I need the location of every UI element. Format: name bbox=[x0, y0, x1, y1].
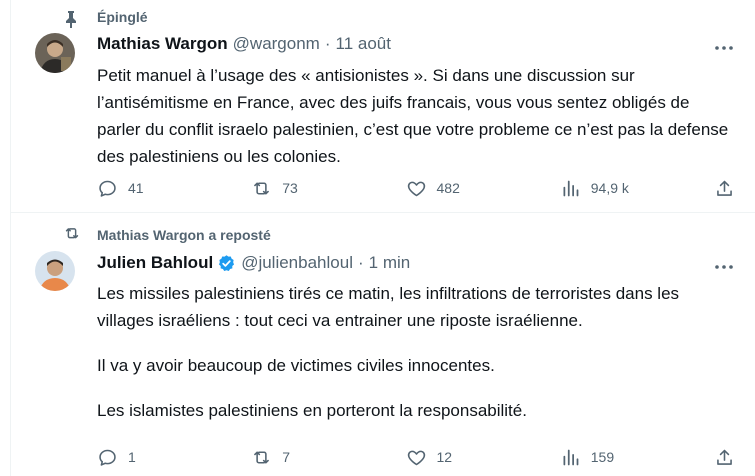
tweet-actions: 41 73 482 94,9 k bbox=[97, 176, 736, 200]
heart-icon bbox=[407, 181, 425, 196]
like-button[interactable]: 482 bbox=[406, 178, 536, 199]
tweet-text: Petit manuel à l’usage des « antisionist… bbox=[97, 62, 737, 170]
retweet-icon bbox=[254, 181, 270, 195]
tweet-pinned[interactable]: Épinglé Mathias Wargon @wargonm · 11 aoû… bbox=[11, 0, 755, 213]
timestamp[interactable]: 1 min bbox=[369, 253, 411, 273]
tweet-header: Mathias Wargon @wargonm · 11 août bbox=[97, 34, 391, 54]
reply-icon bbox=[99, 180, 116, 197]
reply-button[interactable]: 41 bbox=[97, 178, 227, 199]
pin-icon bbox=[63, 10, 79, 33]
timestamp[interactable]: 11 août bbox=[336, 34, 391, 54]
avatar[interactable] bbox=[35, 33, 75, 73]
author-name[interactable]: Mathias Wargon bbox=[97, 34, 228, 54]
retweet-count: 73 bbox=[282, 180, 298, 196]
like-count: 482 bbox=[436, 180, 460, 196]
tweet-text-paragraph: Petit manuel à l’usage des « antisionist… bbox=[97, 66, 729, 166]
tweet-reposted[interactable]: Mathias Wargon a reposté Julien Bahloul … bbox=[11, 213, 755, 476]
tweet-text-paragraph: Les islamistes palestiniens en porteront… bbox=[97, 401, 527, 420]
retweet-icon bbox=[254, 450, 270, 464]
repost-label[interactable]: Mathias Wargon a reposté bbox=[97, 227, 271, 243]
like-button[interactable]: 12 bbox=[406, 447, 536, 468]
views-count: 159 bbox=[590, 449, 615, 465]
views-button[interactable]: 159 bbox=[560, 447, 690, 468]
separator: · bbox=[357, 253, 364, 272]
like-count: 12 bbox=[436, 449, 453, 465]
reply-icon bbox=[99, 449, 116, 466]
separator: · bbox=[324, 34, 331, 53]
tweet-header: Julien Bahloul @julienbahloul · 1 min bbox=[97, 253, 410, 273]
views-count: 94,9 k bbox=[590, 180, 629, 196]
more-options-icon[interactable] bbox=[714, 257, 734, 277]
views-icon bbox=[563, 180, 579, 196]
retweet-button[interactable]: 7 bbox=[251, 447, 381, 468]
tweet-actions: 1 7 12 159 bbox=[97, 445, 736, 469]
retweet-count: 7 bbox=[282, 449, 291, 465]
reply-count: 1 bbox=[128, 449, 136, 465]
tweet-text-paragraph: Il va y avoir beaucoup de victimes civil… bbox=[97, 356, 495, 375]
retweet-button[interactable]: 73 bbox=[251, 178, 381, 199]
views-icon bbox=[563, 449, 579, 465]
author-name[interactable]: Julien Bahloul bbox=[97, 253, 213, 273]
share-button[interactable] bbox=[714, 447, 736, 468]
more-options-icon[interactable] bbox=[714, 38, 734, 58]
repost-icon bbox=[63, 226, 81, 247]
heart-icon bbox=[407, 450, 425, 465]
reply-button[interactable]: 1 bbox=[97, 447, 227, 468]
avatar[interactable] bbox=[35, 251, 75, 291]
tweet-text: Les missiles palestiniens tirés ce matin… bbox=[97, 280, 737, 424]
author-handle[interactable]: @julienbahloul bbox=[241, 253, 353, 273]
timeline: Épinglé Mathias Wargon @wargonm · 11 aoû… bbox=[10, 0, 755, 476]
author-handle[interactable]: @wargonm bbox=[233, 34, 320, 54]
pinned-label: Épinglé bbox=[97, 9, 148, 25]
verified-badge-icon bbox=[217, 254, 236, 273]
share-icon bbox=[717, 180, 732, 196]
tweet-text-paragraph: Les missiles palestiniens tirés ce matin… bbox=[97, 284, 680, 330]
reply-count: 41 bbox=[128, 180, 144, 196]
share-button[interactable] bbox=[714, 178, 736, 199]
share-icon bbox=[717, 449, 732, 465]
views-button[interactable]: 94,9 k bbox=[560, 178, 690, 199]
